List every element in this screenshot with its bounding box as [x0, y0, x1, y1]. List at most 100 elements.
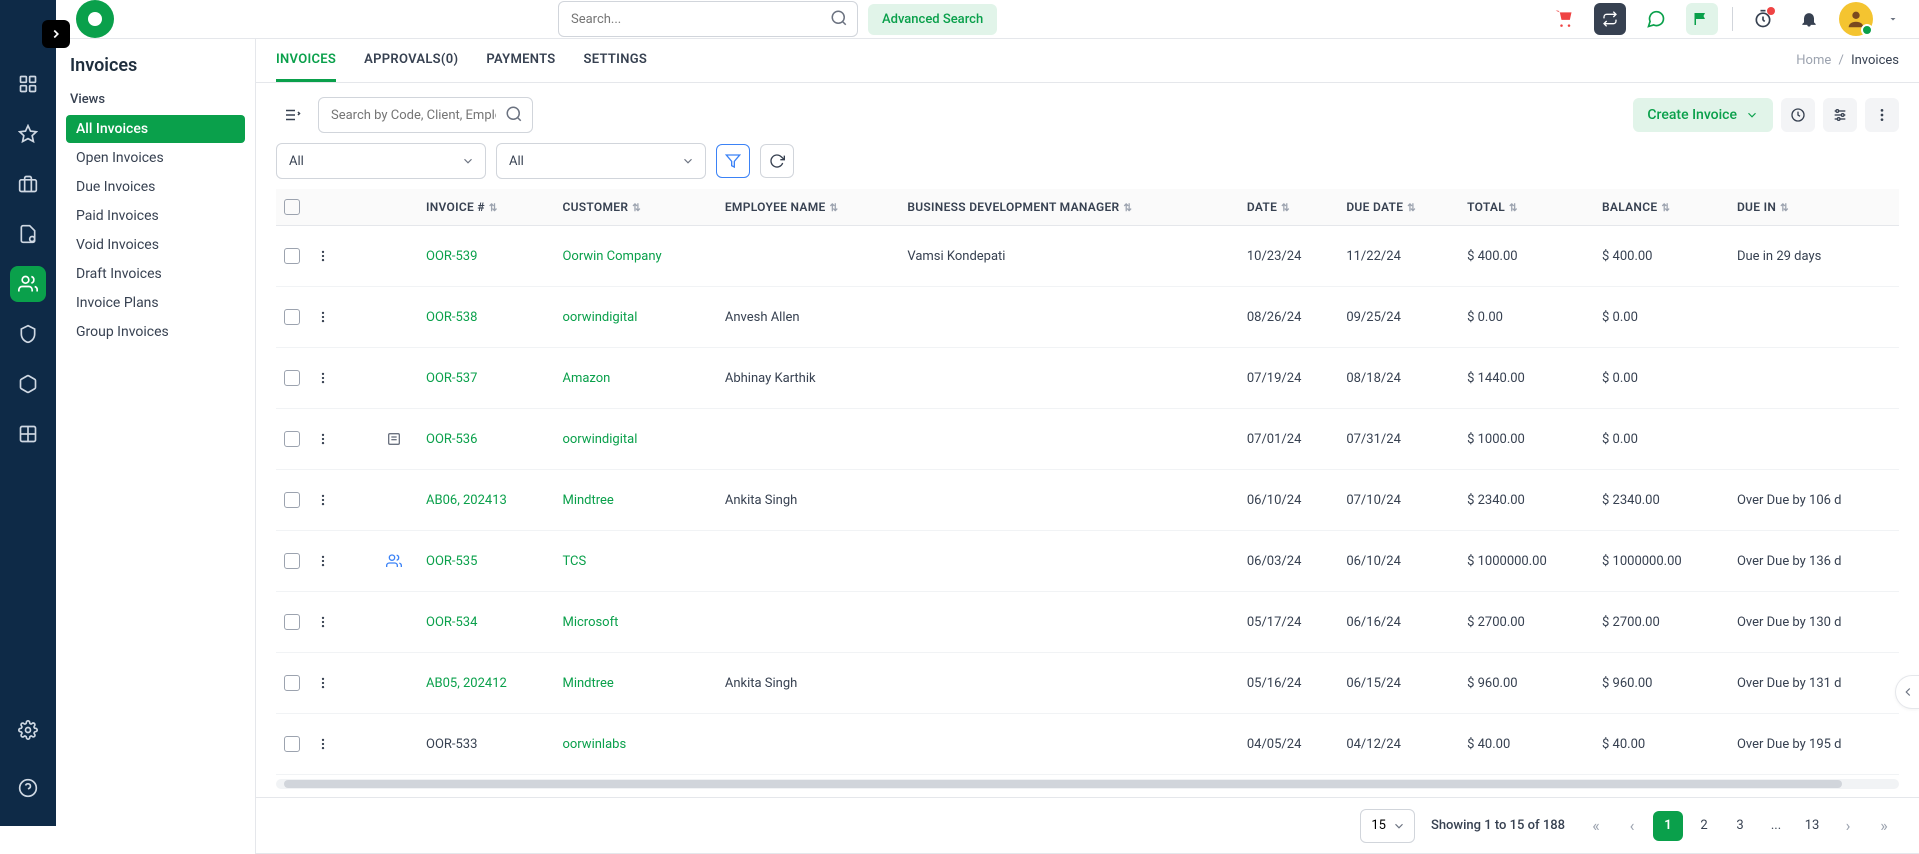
customer-link[interactable]: Microsoft: [562, 615, 618, 630]
rail-window-icon[interactable]: [10, 416, 46, 452]
row-checkbox[interactable]: [284, 370, 300, 386]
select-all-checkbox[interactable]: [284, 199, 300, 215]
sliders-icon[interactable]: [1823, 98, 1857, 132]
sidebar-item[interactable]: Due Invoices: [66, 173, 245, 201]
customer-link[interactable]: Oorwin Company: [562, 249, 661, 264]
customer-link[interactable]: oorwindigital: [562, 432, 637, 447]
sidebar-item[interactable]: Draft Invoices: [66, 260, 245, 288]
invoice-link[interactable]: OOR-535: [426, 554, 477, 569]
rail-apps-icon[interactable]: [10, 66, 46, 102]
rail-users-icon[interactable]: [10, 266, 46, 302]
advanced-search-button[interactable]: Advanced Search: [868, 4, 997, 35]
bell-icon[interactable]: [1793, 3, 1825, 35]
whatsapp-icon[interactable]: [1640, 3, 1672, 35]
invoice-link[interactable]: AB05, 202412: [426, 676, 507, 691]
column-header[interactable]: DUE IN⇅: [1729, 189, 1899, 226]
breadcrumb-home[interactable]: Home: [1796, 53, 1831, 68]
row-menu-icon[interactable]: [316, 478, 330, 522]
row-checkbox[interactable]: [284, 553, 300, 569]
customer-link[interactable]: oorwinlabs: [562, 737, 626, 752]
row-checkbox[interactable]: [284, 431, 300, 447]
row-checkbox[interactable]: [284, 492, 300, 508]
row-menu-icon[interactable]: [316, 356, 330, 400]
refresh-icon[interactable]: [760, 144, 794, 178]
sidebar-item[interactable]: Void Invoices: [66, 231, 245, 259]
tab[interactable]: INVOICES: [276, 40, 336, 82]
balance-cell: $ 2700.00: [1594, 592, 1729, 653]
sync-icon[interactable]: [1781, 98, 1815, 132]
customer-link[interactable]: TCS: [562, 554, 586, 569]
row-menu-icon[interactable]: [316, 295, 330, 339]
table-wrap[interactable]: INVOICE #⇅CUSTOMER⇅EMPLOYEE NAME⇅BUSINES…: [256, 189, 1919, 775]
rail-document-icon[interactable]: [10, 216, 46, 252]
row-checkbox[interactable]: [284, 736, 300, 752]
table-row: OOR-536oorwindigital07/01/2407/31/24$ 10…: [276, 409, 1899, 470]
tab[interactable]: APPROVALS(0): [364, 40, 458, 82]
filter-icon[interactable]: [716, 144, 750, 178]
rail-box-icon[interactable]: [10, 366, 46, 402]
balance-cell: $ 960.00: [1594, 653, 1729, 714]
customer-link[interactable]: oorwindigital: [562, 310, 637, 325]
sidebar-item[interactable]: All Invoices: [66, 115, 245, 143]
tab[interactable]: PAYMENTS: [486, 40, 555, 82]
column-header[interactable]: DATE⇅: [1239, 189, 1338, 226]
columns-icon[interactable]: [276, 99, 308, 131]
column-header[interactable]: BUSINESS DEVELOPMENT MANAGER⇅: [899, 189, 1239, 226]
chevron-down-icon[interactable]: [1887, 13, 1899, 25]
row-menu-icon[interactable]: [316, 417, 330, 461]
due-date-cell: 09/25/24: [1338, 287, 1459, 348]
expand-toggle[interactable]: [42, 20, 70, 48]
rail-star-icon[interactable]: [10, 116, 46, 152]
swap-icon[interactable]: [1594, 3, 1626, 35]
rail-settings-icon[interactable]: [10, 712, 46, 748]
column-header[interactable]: TOTAL⇅: [1459, 189, 1594, 226]
row-menu-icon[interactable]: [316, 661, 330, 705]
cart-icon[interactable]: [1548, 3, 1580, 35]
row-checkbox[interactable]: [284, 614, 300, 630]
tab[interactable]: SETTINGS: [584, 40, 648, 82]
sidebar-item[interactable]: Paid Invoices: [66, 202, 245, 230]
filter-select-1[interactable]: All: [276, 143, 486, 179]
invoice-link[interactable]: OOR-538: [426, 310, 477, 325]
rail-shield-icon[interactable]: [10, 316, 46, 352]
balance-cell: $ 0.00: [1594, 287, 1729, 348]
invoice-link[interactable]: OOR-537: [426, 371, 477, 386]
row-menu-icon[interactable]: [316, 722, 330, 766]
bdm-cell: [899, 287, 1239, 348]
customer-link[interactable]: Mindtree: [562, 676, 613, 691]
row-checkbox[interactable]: [284, 675, 300, 691]
column-header[interactable]: CUSTOMER⇅: [554, 189, 716, 226]
rail-briefcase-icon[interactable]: [10, 166, 46, 202]
row-checkbox[interactable]: [284, 309, 300, 325]
sidebar-item[interactable]: Group Invoices: [66, 318, 245, 346]
row-checkbox[interactable]: [284, 248, 300, 264]
invoice-link[interactable]: AB06, 202413: [426, 493, 507, 508]
sidebar-item[interactable]: Invoice Plans: [66, 289, 245, 317]
filter-select-2[interactable]: All: [496, 143, 706, 179]
row-menu-icon[interactable]: [316, 539, 330, 583]
flag-icon[interactable]: [1686, 3, 1718, 35]
user-avatar[interactable]: [1839, 2, 1873, 36]
app-logo[interactable]: [76, 0, 114, 38]
invoice-link[interactable]: OOR-533: [426, 737, 477, 752]
column-header[interactable]: INVOICE #⇅: [418, 189, 554, 226]
global-search-input[interactable]: [558, 1, 858, 37]
invoice-link[interactable]: OOR-534: [426, 615, 477, 630]
column-header[interactable]: DUE DATE⇅: [1338, 189, 1459, 226]
row-menu-icon[interactable]: [316, 600, 330, 644]
invoice-link[interactable]: OOR-536: [426, 432, 477, 447]
customer-link[interactable]: Mindtree: [562, 493, 613, 508]
timer-icon[interactable]: [1747, 3, 1779, 35]
column-header[interactable]: BALANCE⇅: [1594, 189, 1729, 226]
column-header[interactable]: EMPLOYEE NAME⇅: [717, 189, 899, 226]
sidebar-item[interactable]: Open Invoices: [66, 144, 245, 172]
more-icon[interactable]: [1865, 98, 1899, 132]
invoice-link[interactable]: OOR-539: [426, 249, 477, 264]
row-menu-icon[interactable]: [316, 234, 330, 278]
create-invoice-button[interactable]: Create Invoice: [1633, 98, 1773, 132]
customer-link[interactable]: Amazon: [562, 371, 610, 386]
table-search-input[interactable]: [318, 97, 533, 133]
employee-cell: Ankita Singh: [717, 470, 899, 531]
rail-help-icon[interactable]: [10, 770, 46, 806]
horizontal-scrollbar[interactable]: [276, 779, 1899, 789]
